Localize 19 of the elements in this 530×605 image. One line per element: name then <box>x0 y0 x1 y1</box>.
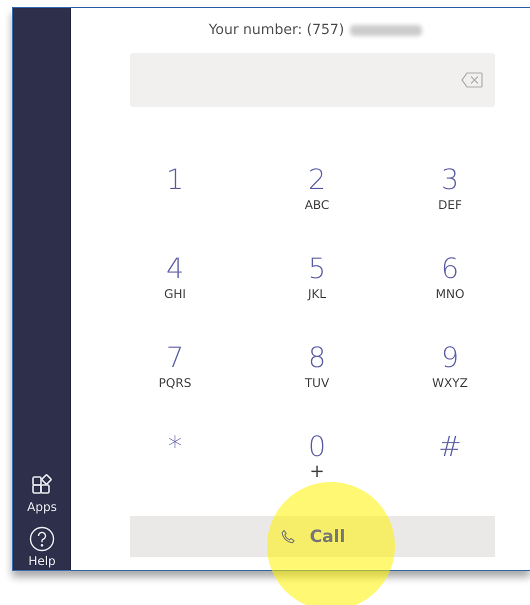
keypad-key[interactable]: 2 ABC <box>297 164 337 212</box>
keypad-key[interactable]: 6 MNO <box>430 253 470 301</box>
keypad-key[interactable]: 3 DEF <box>430 164 470 212</box>
help-icon <box>28 526 55 552</box>
sidebar-item[interactable]: Apps <box>27 474 57 514</box>
keypad-key[interactable]: 9 WXYZ <box>430 342 470 390</box>
keypad-key[interactable]: * <box>155 431 195 463</box>
your-number-label: Your number: (757) <box>208 22 344 38</box>
keypad-key[interactable]: 0 + <box>297 431 337 479</box>
sidebar-item[interactable]: Help <box>28 526 56 568</box>
keypad-key[interactable]: 7 PQRS <box>155 342 195 390</box>
backspace-icon[interactable] <box>461 72 483 88</box>
keypad-key[interactable]: 4 GHI <box>155 253 195 301</box>
dial-field[interactable] <box>130 53 495 107</box>
phone-icon <box>280 528 296 544</box>
keypad-key[interactable]: 5 JKL <box>297 253 337 301</box>
keypad-key[interactable]: # <box>430 431 470 463</box>
keypad-key[interactable]: 8 TUV <box>297 342 337 390</box>
keypad-key[interactable]: 1 <box>155 164 195 196</box>
